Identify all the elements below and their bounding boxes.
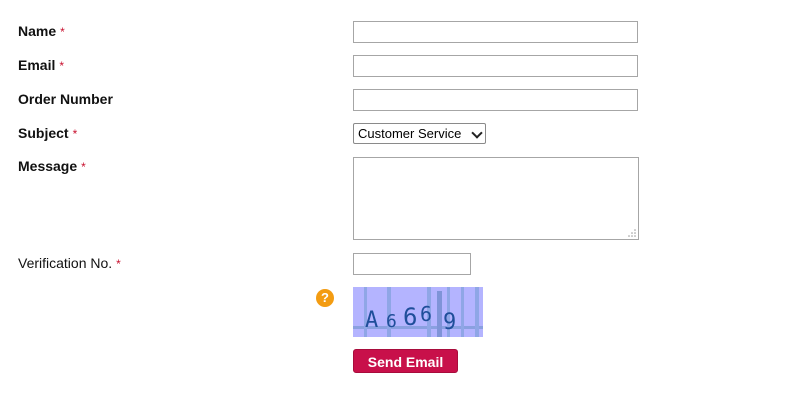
order-number-label-text: Order Number (18, 91, 113, 107)
subject-selected-value: Customer Service (358, 126, 462, 141)
captcha-char: A (365, 308, 378, 333)
captcha-noise-bar (461, 287, 464, 337)
captcha-char: 9 (443, 310, 456, 335)
captcha-char: 6 (420, 302, 432, 326)
required-marker: * (59, 59, 65, 73)
email-label-text: Email (18, 57, 56, 73)
captcha-image: A 6 6 6 9 (353, 287, 483, 337)
message-textarea[interactable] (353, 157, 639, 240)
subject-label-text: Subject (18, 125, 69, 141)
captcha-noise-bar (437, 291, 442, 337)
order-number-label: Order Number (18, 91, 113, 107)
message-label: Message * (18, 158, 86, 174)
name-input[interactable] (353, 21, 638, 43)
help-icon[interactable]: ? (316, 289, 334, 307)
required-marker: * (81, 160, 86, 174)
verification-label-text: Verification No. (18, 255, 113, 271)
required-marker: * (116, 257, 121, 271)
captcha-noise-bar (475, 287, 479, 337)
captcha-char: 6 (386, 311, 397, 332)
chevron-down-icon (471, 127, 483, 139)
message-label-text: Message (18, 158, 78, 174)
email-input[interactable] (353, 55, 638, 77)
email-label: Email * (18, 57, 64, 73)
captcha-char: 6 (403, 303, 417, 331)
verification-input[interactable] (353, 253, 471, 275)
order-number-input[interactable] (353, 89, 638, 111)
subject-select[interactable]: Customer Service (353, 123, 486, 144)
name-label: Name * (18, 23, 65, 39)
required-marker: * (72, 127, 78, 141)
verification-label: Verification No. * (18, 255, 121, 271)
required-marker: * (60, 25, 65, 39)
resize-grip-icon[interactable] (628, 229, 636, 237)
subject-label: Subject * (18, 125, 77, 141)
name-label-text: Name (18, 23, 57, 39)
send-email-button[interactable]: Send Email (353, 349, 458, 373)
